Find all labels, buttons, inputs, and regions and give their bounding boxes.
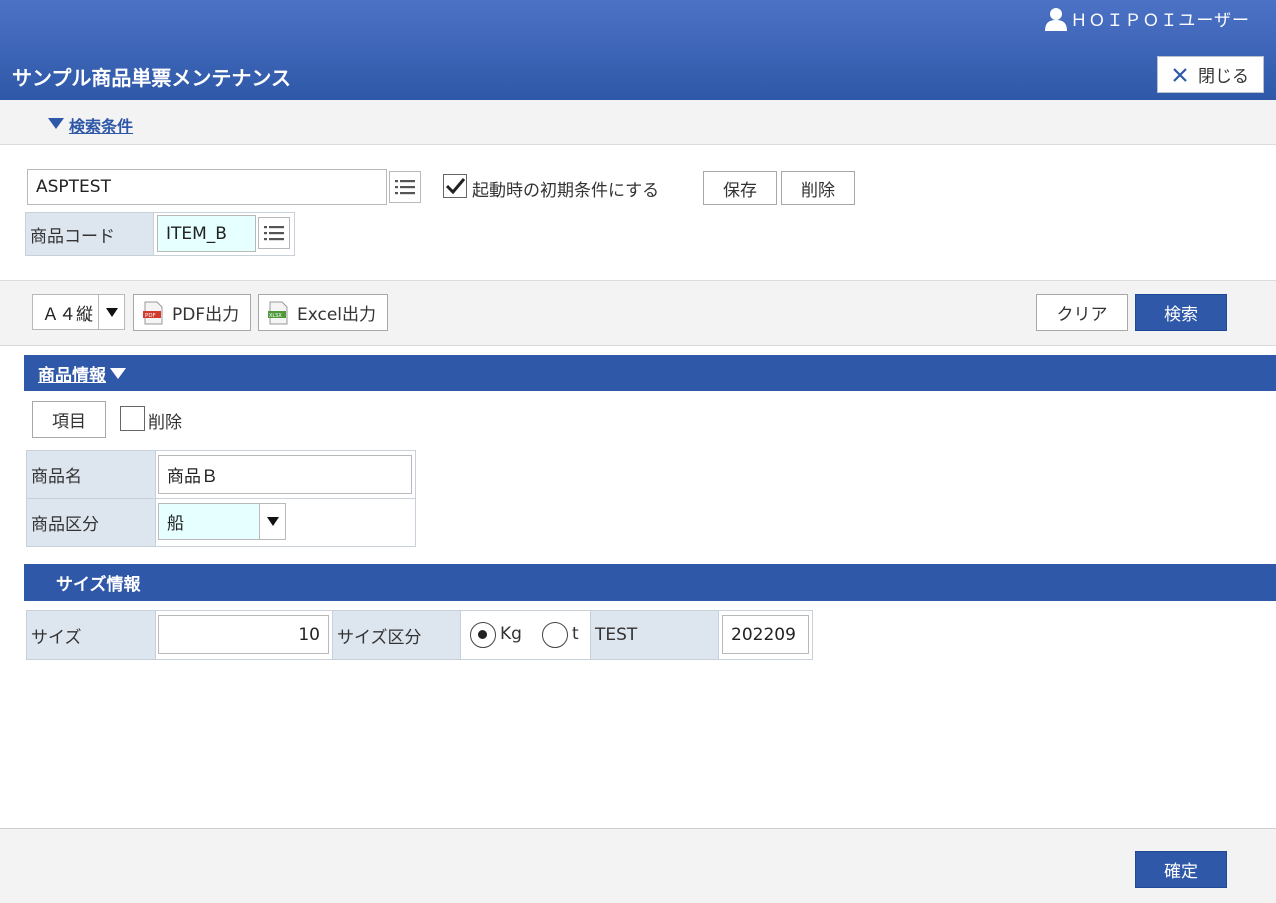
radio-kg[interactable] [470,622,496,648]
search-condition-header: 検索条件 [0,100,1276,145]
size-info-section-header: サイズ情報 [24,564,1276,601]
product-type-label: 商品区分 [26,498,156,547]
default-condition-label: 起動時の初期条件にする [472,181,660,201]
item-code-list-button[interactable] [258,217,290,249]
product-info-section-header[interactable]: 商品情報 [24,355,1276,391]
size-input[interactable]: 10 [158,615,329,654]
size-info-title: サイズ情報 [56,575,141,595]
chevron-down-icon [266,517,279,526]
confirm-button[interactable]: 確定 [1135,851,1227,888]
checkmark-icon [445,178,466,195]
paper-size-value: Ａ４縦 [42,304,93,325]
condition-list-button[interactable] [389,171,421,203]
chevron-down-icon [105,307,118,317]
svg-text:XLSX: XLSX [269,313,282,319]
item-code-label: 商品コード [25,212,154,256]
product-type-arrow[interactable] [259,504,285,539]
pdf-icon: PDF [143,301,163,324]
svg-text:PDF: PDF [145,313,156,319]
item-code-value: ITEM_B [166,223,227,244]
product-name-input[interactable]: 商品Ｂ [158,455,412,494]
close-label: 閉じる [1198,67,1249,87]
paper-size-arrow[interactable] [98,295,124,329]
close-icon [1173,67,1187,82]
save-button[interactable]: 保存 [703,171,777,205]
condition-name-input[interactable]: ASPTEST [27,169,387,205]
delete-record-checkbox[interactable] [120,406,145,431]
size-label: サイズ [26,610,156,660]
list-icon [264,226,284,241]
condition-name-value: ASPTEST [36,177,111,197]
radio-t-label: t [572,624,579,644]
excel-export-button[interactable]: XLSX Excel出力 [258,294,388,331]
product-info-title[interactable]: 商品情報 [38,361,106,386]
test-input[interactable]: 202209 [722,615,809,654]
clear-button[interactable]: クリア [1036,294,1128,331]
page-title: サンプル商品単票メンテナンス [12,66,291,90]
product-type-value: 船 [167,514,184,534]
search-button[interactable]: 検索 [1135,294,1227,331]
footer-bar [0,828,1276,903]
list-icon [395,180,415,195]
pdf-export-label: PDF出力 [172,305,240,325]
user-name: ＨＯＩＰＯＩユーザー [1070,11,1250,31]
pdf-export-button[interactable]: PDF PDF出力 [133,294,251,331]
product-name-label: 商品名 [26,450,156,499]
radio-kg-label: Kg [500,624,522,644]
excel-export-label: Excel出力 [297,305,377,325]
size-value: 10 [298,624,320,645]
size-type-label: サイズ区分 [332,610,461,660]
close-button[interactable]: 閉じる [1157,56,1264,93]
default-condition-checkbox[interactable] [443,174,467,198]
excel-icon: XLSX [268,301,288,324]
delete-record-label: 削除 [148,413,182,433]
triangle-down-icon[interactable] [48,118,64,129]
delete-condition-button[interactable]: 削除 [781,171,855,205]
user-menu[interactable]: ＨＯＩＰＯＩユーザー [1045,6,1250,31]
product-type-select[interactable]: 船 [158,503,286,540]
app-header: ＨＯＩＰＯＩユーザー サンプル商品単票メンテナンス 閉じる [0,0,1276,100]
triangle-down-icon [110,367,126,379]
product-name-value: 商品Ｂ [167,467,218,487]
test-value: 202209 [731,624,796,645]
test-label: TEST [590,610,719,660]
paper-size-select[interactable]: Ａ４縦 [32,294,125,330]
item-button[interactable]: 項目 [32,401,106,438]
search-condition-toggle[interactable]: 検索条件 [69,113,133,137]
radio-t[interactable] [542,622,568,648]
item-code-input[interactable]: ITEM_B [157,215,256,252]
user-icon [1045,7,1068,31]
